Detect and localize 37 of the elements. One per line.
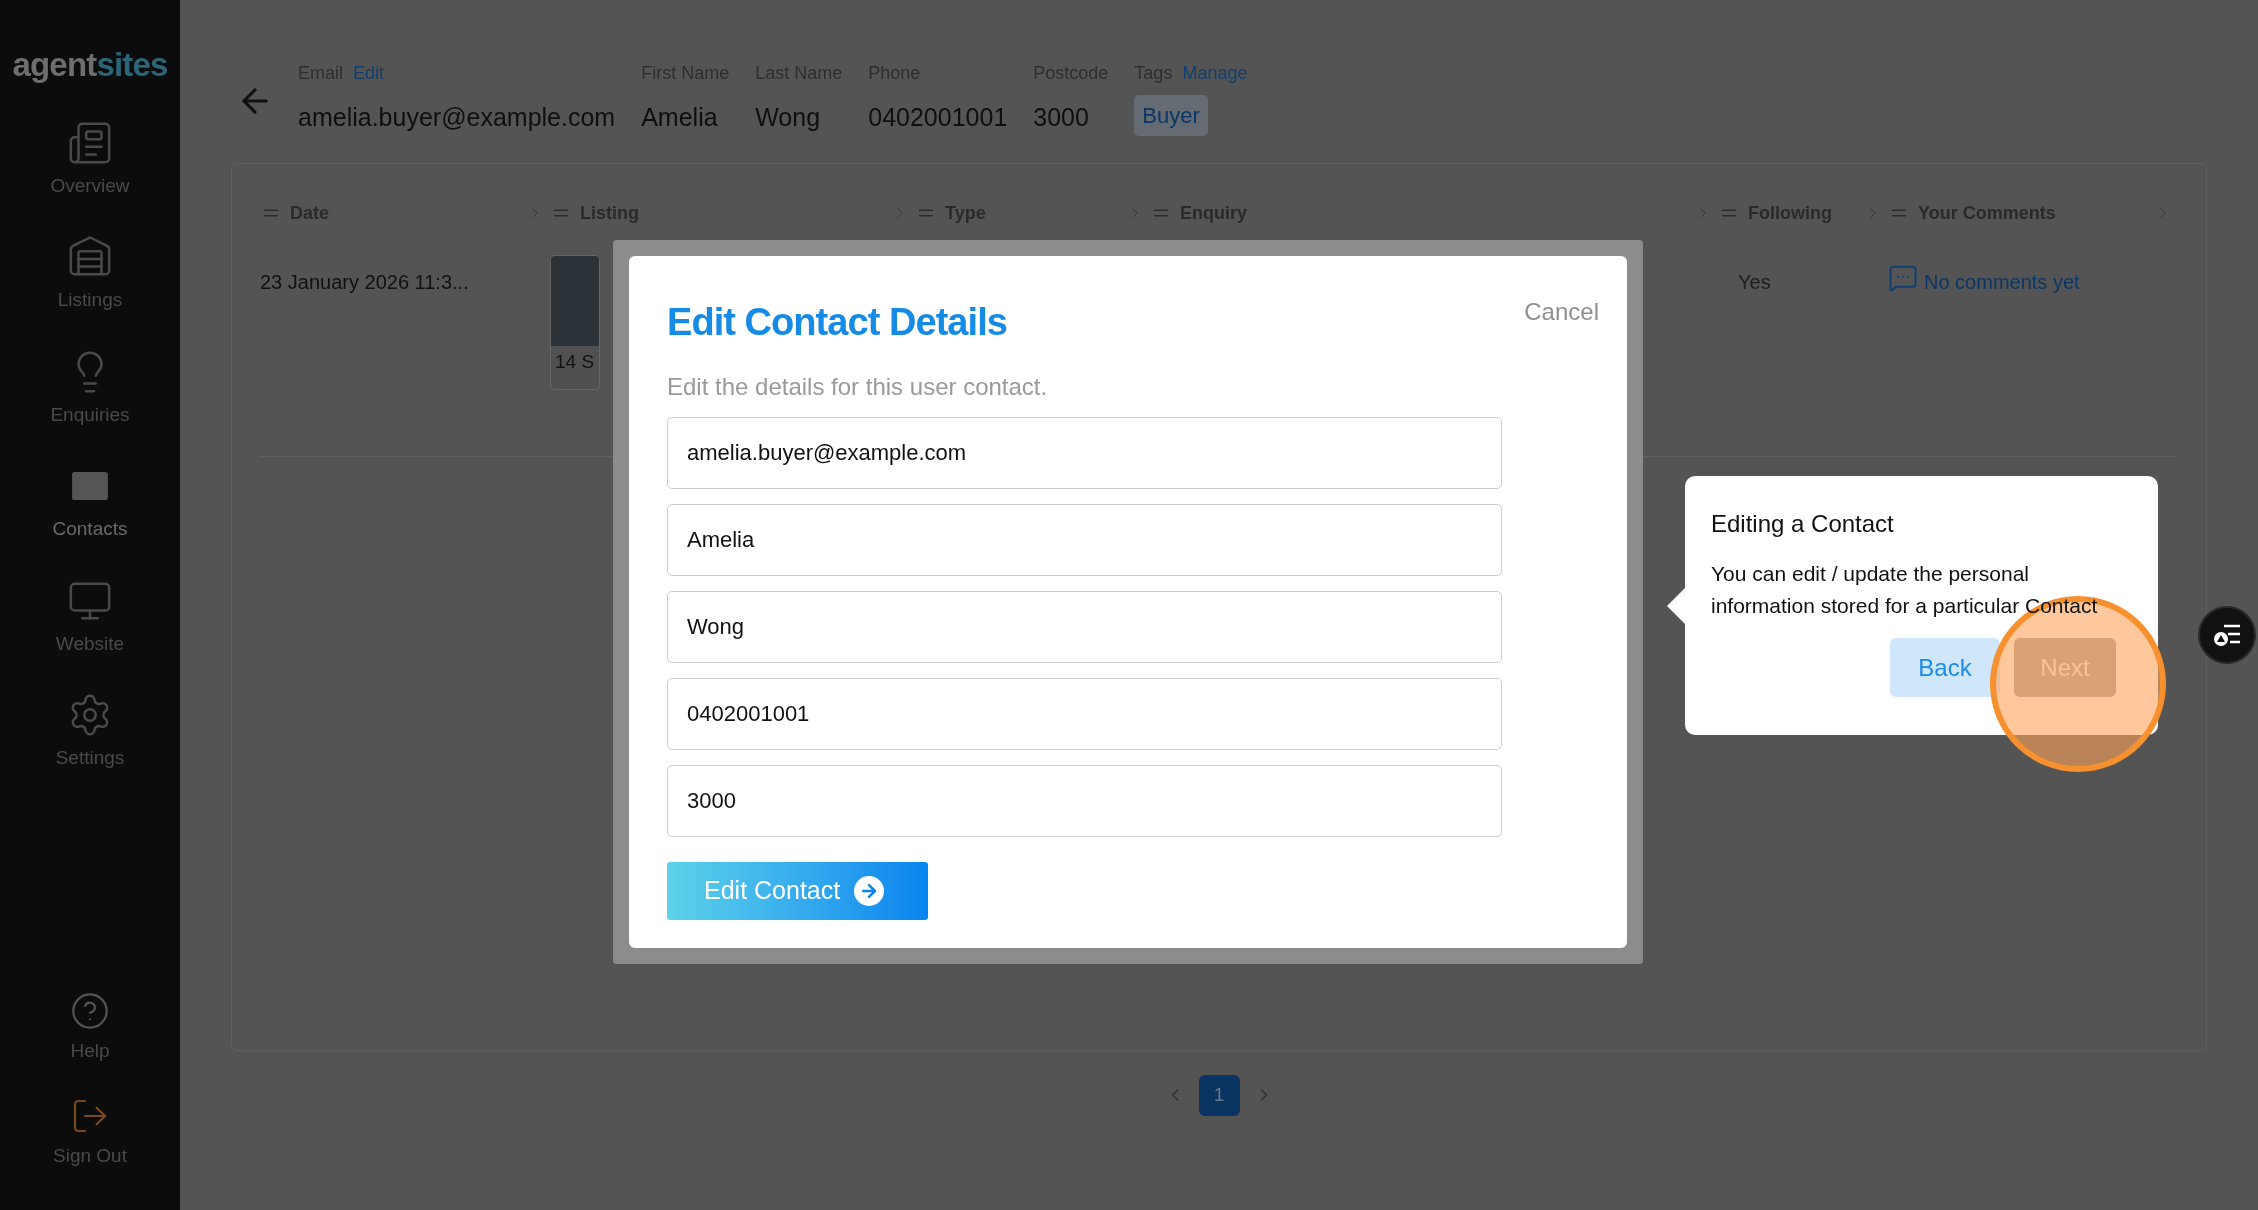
input-field[interactable]: 0402001001 [667,678,1502,750]
page-button[interactable]: 1 [1198,1074,1240,1116]
back-button[interactable]: Back [1890,638,2000,697]
field-value: Wong [755,102,822,133]
listing-card[interactable]: 14 S [550,254,600,390]
tag: Buyer [1134,95,1208,136]
nav-item[interactable]: Help [53,991,127,1066]
field-value: amelia.buyer@example.com [298,102,616,133]
logo: agentsites [12,45,168,85]
modal-title: Edit Contact Details [667,300,1007,345]
comments-link[interactable]: No comments yet [1924,266,2080,297]
field-value: 3000 [1033,102,1090,133]
input-field[interactable]: 3000 [667,765,1502,837]
nav-item[interactable]: Settings [50,692,130,773]
cancel-button[interactable]: Cancel [1524,294,1599,330]
edit-link[interactable]: Edit [353,60,385,87]
nav-item[interactable]: Listings [50,234,130,315]
popover-title: Editing a Contact [1711,509,1895,539]
field-value: 0402001001 [868,102,1008,133]
nav-item[interactable]: Contacts [50,463,130,544]
nav-item[interactable]: Overview [50,119,130,200]
floating-menu-button[interactable] [2198,606,2256,664]
field-value: Amelia [641,102,719,133]
input-field[interactable]: Amelia [667,504,1502,576]
manage-link[interactable]: Manage [1182,60,1248,87]
edit-contact-button[interactable]: Edit Contact [667,862,928,920]
nav-item[interactable]: Enquiries [50,348,130,429]
popover-text: You can edit / update the personal information stored for a particular Contact [1711,561,2099,619]
input-field[interactable]: Wong [667,591,1502,663]
table-cell: 23 January 2026 11:3... [260,270,469,293]
input-field[interactable]: amelia.buyer@example.com [667,417,1502,489]
nav-item[interactable]: Sign Out [53,1095,127,1170]
nav-item[interactable]: Website [50,577,130,658]
checklist-icon [2212,623,2242,647]
help-icon [70,991,110,1031]
arrow-right-icon [854,876,885,906]
modal-subtitle: Edit the details for this user contact. [667,372,1049,402]
